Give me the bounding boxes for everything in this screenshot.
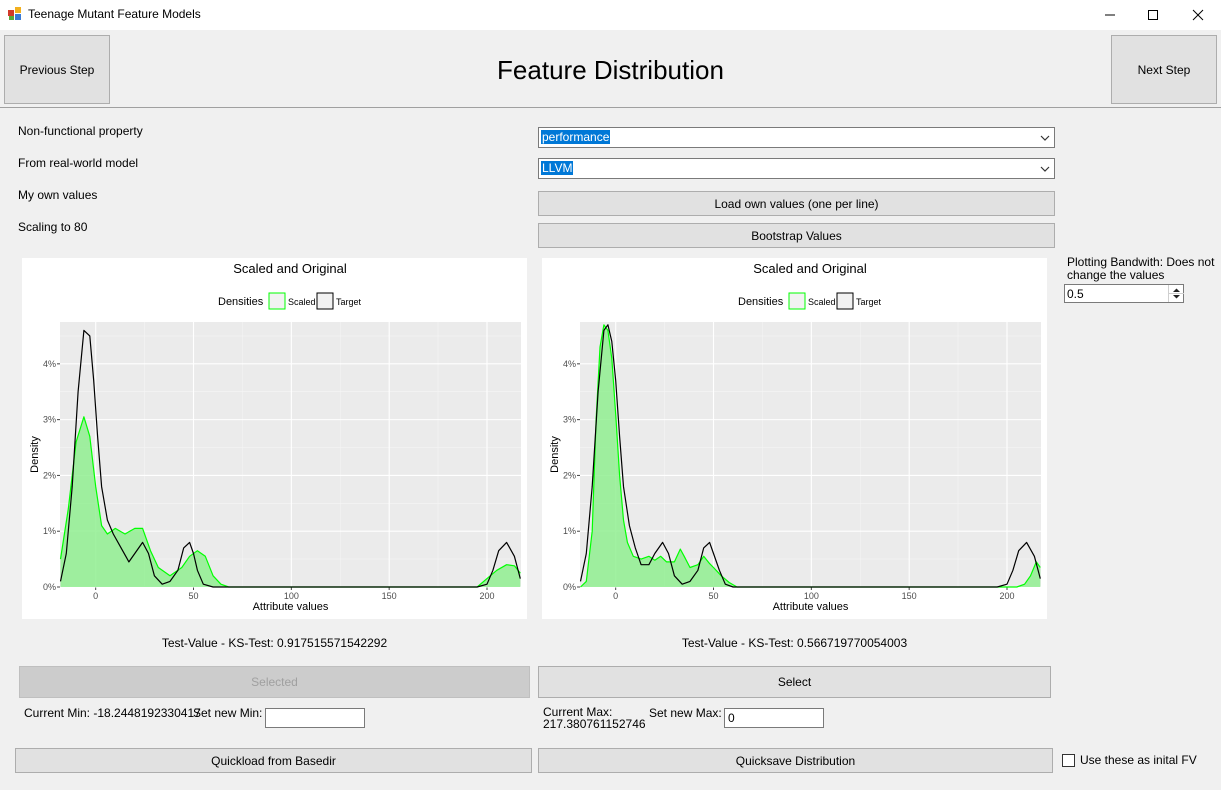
bandwidth-label-line2: change the values	[1067, 268, 1165, 282]
left-selected-button[interactable]: Selected	[19, 666, 530, 698]
nfp-dropdown[interactable]: performance	[538, 127, 1055, 148]
use-initial-checkbox[interactable]	[1062, 754, 1075, 767]
right-plot-svg: Scaled and Original Densities Scaled Target…	[549, 261, 1041, 613]
left-ks-test-text: Test-Value - KS-Test: 0.917515571542292	[161, 636, 388, 650]
legend-title: Densities	[218, 296, 264, 308]
quicksave-button[interactable]: Quicksave Distribution	[538, 748, 1053, 773]
bootstrap-values-button[interactable]: Bootstrap Values	[538, 223, 1055, 248]
y-tick-label: 0%	[43, 582, 56, 592]
x-tick-label: 50	[189, 591, 199, 601]
y-axis-label: Density	[29, 436, 41, 473]
use-initial-label: Use these as inital FV	[1080, 753, 1197, 767]
chevron-down-icon	[1040, 135, 1050, 141]
close-icon[interactable]	[1175, 0, 1221, 30]
scaling-label: Scaling to 80	[18, 220, 88, 234]
title-bar: Teenage Mutant Feature Models	[0, 0, 1221, 30]
spinner-buttons[interactable]	[1168, 285, 1184, 302]
model-dropdown[interactable]: LLVM	[538, 158, 1055, 179]
bandwidth-value: 0.5	[1067, 287, 1084, 301]
legend-label-target: Target	[856, 297, 882, 307]
chart-title: Scaled and Original	[753, 261, 867, 276]
x-tick-label: 100	[804, 591, 819, 601]
set-max-input[interactable]: 0	[724, 708, 824, 728]
load-own-values-button[interactable]: Load own values (one per line)	[538, 191, 1055, 216]
y-tick-label: 2%	[563, 470, 576, 480]
model-label: From real-world model	[18, 156, 139, 170]
nfp-label: Non-functional property	[18, 124, 143, 138]
left-density-plot: Scaled and Original Densities Scaled Target…	[22, 258, 527, 619]
legend-label-scaled: Scaled	[288, 297, 316, 307]
x-tick-label: 150	[902, 591, 917, 601]
right-select-button[interactable]: Select	[538, 666, 1051, 698]
legend-label-scaled: Scaled	[808, 297, 836, 307]
x-tick-label: 100	[284, 591, 299, 601]
quickload-button[interactable]: Quickload from Basedir	[15, 748, 532, 773]
y-tick-label: 1%	[563, 526, 576, 536]
bandwidth-label: Plotting Bandwith: Does not change the v…	[1067, 256, 1214, 282]
x-tick-label: 50	[709, 591, 719, 601]
current-max-line2: 217.380761152746	[543, 717, 646, 731]
model-selected-value: LLVM	[541, 161, 574, 175]
chevron-down-icon	[1040, 166, 1050, 172]
legend-label-target: Target	[336, 297, 362, 307]
y-axis-label: Density	[549, 436, 561, 473]
legend-key-scaled	[788, 292, 806, 310]
set-max-label: Set new Max:	[649, 706, 722, 720]
legend-key-target	[316, 292, 334, 310]
nfp-selected-value: performance	[541, 130, 611, 144]
page-title: Feature Distribution	[497, 55, 724, 85]
spinner-arrows-icon	[1169, 288, 1184, 299]
own-values-label: My own values	[18, 188, 98, 202]
current-max-text: Current Max: 217.380761152746	[543, 706, 646, 730]
x-tick-label: 0	[93, 591, 98, 601]
maximize-icon[interactable]	[1130, 0, 1176, 30]
x-tick-label: 200	[479, 591, 494, 601]
x-axis-label: Attribute values	[773, 601, 849, 613]
window-title: Teenage Mutant Feature Models	[28, 7, 201, 21]
chart-title: Scaled and Original	[233, 261, 347, 276]
y-tick-label: 3%	[563, 415, 576, 425]
x-tick-label: 150	[382, 591, 397, 601]
legend-title: Densities	[738, 296, 784, 308]
x-axis-label: Attribute values	[253, 601, 329, 613]
current-min-text: Current Min: -18.2448192330417	[24, 706, 201, 720]
y-tick-label: 2%	[43, 470, 56, 480]
right-density-plot: Scaled and Original Densities Scaled Target…	[542, 258, 1047, 619]
header-divider	[0, 107, 1221, 108]
legend-key-target	[836, 292, 854, 310]
left-plot-svg: Scaled and Original Densities Scaled Target…	[29, 261, 521, 613]
set-min-input[interactable]	[265, 708, 365, 728]
plot-area	[580, 322, 1041, 587]
y-tick-label: 4%	[43, 359, 56, 369]
y-tick-label: 0%	[563, 582, 576, 592]
set-min-label: Set new Min:	[193, 706, 263, 720]
x-tick-label: 200	[999, 591, 1014, 601]
next-step-button[interactable]: Next Step	[1111, 35, 1217, 104]
y-tick-label: 3%	[43, 415, 56, 425]
legend-key-scaled	[268, 292, 286, 310]
app-icon	[8, 7, 21, 20]
right-ks-test-text: Test-Value - KS-Test: 0.566719770054003	[681, 636, 908, 650]
minimize-icon[interactable]	[1087, 0, 1133, 30]
y-tick-label: 4%	[563, 359, 576, 369]
y-tick-label: 1%	[43, 526, 56, 536]
x-tick-label: 0	[613, 591, 618, 601]
bandwidth-spinner[interactable]: 0.5	[1064, 284, 1184, 303]
